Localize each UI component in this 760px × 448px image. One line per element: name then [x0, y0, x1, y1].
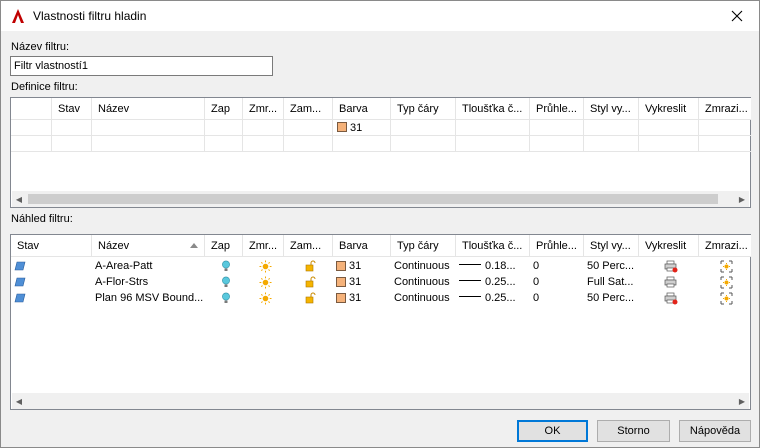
lock-open-icon [305, 276, 315, 288]
color-swatch [336, 293, 346, 303]
ok-button[interactable]: OK [517, 420, 588, 442]
lightbulb-on-icon [221, 276, 230, 287]
col-nazev[interactable]: Název [92, 98, 205, 120]
pcol-typ-cary[interactable]: Typ čáry [391, 235, 456, 257]
viewport-freeze-icon [720, 276, 733, 288]
scrollbar-thumb[interactable] [28, 194, 718, 204]
col-zmrazit[interactable]: Zmr... [243, 98, 284, 120]
viewport-freeze-icon [720, 260, 733, 272]
preview-horizontal-scrollbar[interactable]: ◀ ▶ [12, 393, 749, 409]
pcol-vykreslit[interactable]: Vykreslit [639, 235, 699, 257]
col-zap[interactable]: Zap [205, 98, 243, 120]
sort-ascending-icon [190, 243, 198, 248]
definition-row-header [11, 98, 52, 120]
col-stav[interactable]: Stav [52, 98, 92, 120]
scroll-right-icon[interactable]: ▶ [737, 194, 747, 204]
preview-header: Stav Název Zap Zmr... Zam... Barva Typ č… [11, 235, 751, 257]
pcol-zamknout[interactable]: Zam... [284, 235, 333, 257]
col-vykreslit[interactable]: Vykreslit [639, 98, 699, 120]
table-row[interactable]: Plan 96 MSV Bound... 31 Continuous 0.25.… [11, 289, 751, 305]
pcol-zmrazit-vp[interactable]: Zmrazi... [699, 235, 751, 257]
layer-state-icon [14, 293, 26, 303]
filter-definition-grid[interactable]: Stav Název Zap Zmr... Zam... Barva Typ č… [10, 97, 751, 208]
pcol-styl[interactable]: Styl vy... [584, 235, 639, 257]
pcol-barva[interactable]: Barva [333, 235, 391, 257]
title-bar: Vlastnosti filtru hladin [1, 1, 759, 31]
lock-open-icon [305, 260, 315, 272]
filter-name-label: Název filtru: [11, 41, 70, 53]
pcol-nazev[interactable]: Název [92, 235, 205, 257]
col-styl[interactable]: Styl vy... [584, 98, 639, 120]
pcol-zap[interactable]: Zap [205, 235, 243, 257]
preview-label: Náhled filtru: [11, 213, 73, 225]
lock-open-icon [305, 292, 315, 304]
sun-thaw-icon [259, 276, 271, 288]
filter-preview-grid[interactable]: Stav Název Zap Zmr... Zam... Barva Typ č… [10, 234, 751, 410]
definition-color-cell[interactable]: 31 [333, 120, 391, 136]
definition-row-empty[interactable] [11, 136, 751, 152]
lineweight-sample [459, 264, 481, 265]
pcol-tloustka[interactable]: Tloušťka č... [456, 235, 530, 257]
cancel-button[interactable]: Storno [597, 420, 670, 442]
definition-header: Stav Název Zap Zmr... Zam... Barva Typ č… [11, 98, 751, 120]
lineweight-sample [459, 280, 481, 281]
pcol-zmrazit[interactable]: Zmr... [243, 235, 284, 257]
pcol-stav[interactable]: Stav [11, 235, 92, 257]
col-pruhlednost[interactable]: Průhle... [530, 98, 584, 120]
color-swatch [336, 261, 346, 271]
help-button[interactable]: Nápověda [679, 420, 751, 442]
table-row[interactable]: A-Area-Patt 31 Continuous 0.18... 0 50 P… [11, 257, 751, 273]
scroll-left-icon[interactable]: ◀ [14, 396, 24, 406]
lightbulb-on-icon [221, 260, 230, 271]
pcol-pruhlednost[interactable]: Průhle... [530, 235, 584, 257]
color-swatch [337, 122, 347, 132]
printer-no-plot-icon [664, 292, 677, 304]
scroll-right-icon[interactable]: ▶ [737, 396, 747, 406]
lineweight-sample [459, 296, 481, 297]
col-zamknout[interactable]: Zam... [284, 98, 333, 120]
layer-state-icon [14, 261, 26, 271]
printer-no-plot-icon [664, 260, 677, 272]
definition-label: Definice filtru: [11, 81, 78, 93]
sun-thaw-icon [259, 292, 271, 304]
definition-row[interactable]: 31 [11, 120, 751, 136]
col-barva[interactable]: Barva [333, 98, 391, 120]
layer-name[interactable]: Plan 96 MSV Bound... [92, 289, 205, 305]
filter-name-input[interactable] [10, 56, 273, 76]
layer-name[interactable]: A-Area-Patt [92, 257, 205, 273]
definition-horizontal-scrollbar[interactable]: ◀ ▶ [12, 191, 749, 207]
autocad-a-icon [10, 8, 26, 24]
table-row[interactable]: A-Flor-Strs 31 Continuous 0.25... 0 Full… [11, 273, 751, 289]
close-button[interactable] [715, 1, 759, 31]
sun-thaw-icon [259, 260, 271, 272]
col-zmrazit-vp[interactable]: Zmrazi... [699, 98, 751, 120]
col-tloustka[interactable]: Tloušťka č... [456, 98, 530, 120]
scroll-left-icon[interactable]: ◀ [14, 194, 24, 204]
dialog-window: Vlastnosti filtru hladin Název filtru: D… [0, 0, 760, 448]
definition-color-value: 31 [350, 122, 363, 134]
layer-state-icon [14, 277, 26, 287]
lightbulb-on-icon [221, 292, 230, 303]
col-typ-cary[interactable]: Typ čáry [391, 98, 456, 120]
color-swatch [336, 277, 346, 287]
close-icon [731, 10, 743, 22]
window-title: Vlastnosti filtru hladin [33, 9, 147, 23]
layer-name[interactable]: A-Flor-Strs [92, 273, 205, 289]
viewport-freeze-icon [720, 292, 733, 304]
printer-icon [664, 276, 676, 287]
